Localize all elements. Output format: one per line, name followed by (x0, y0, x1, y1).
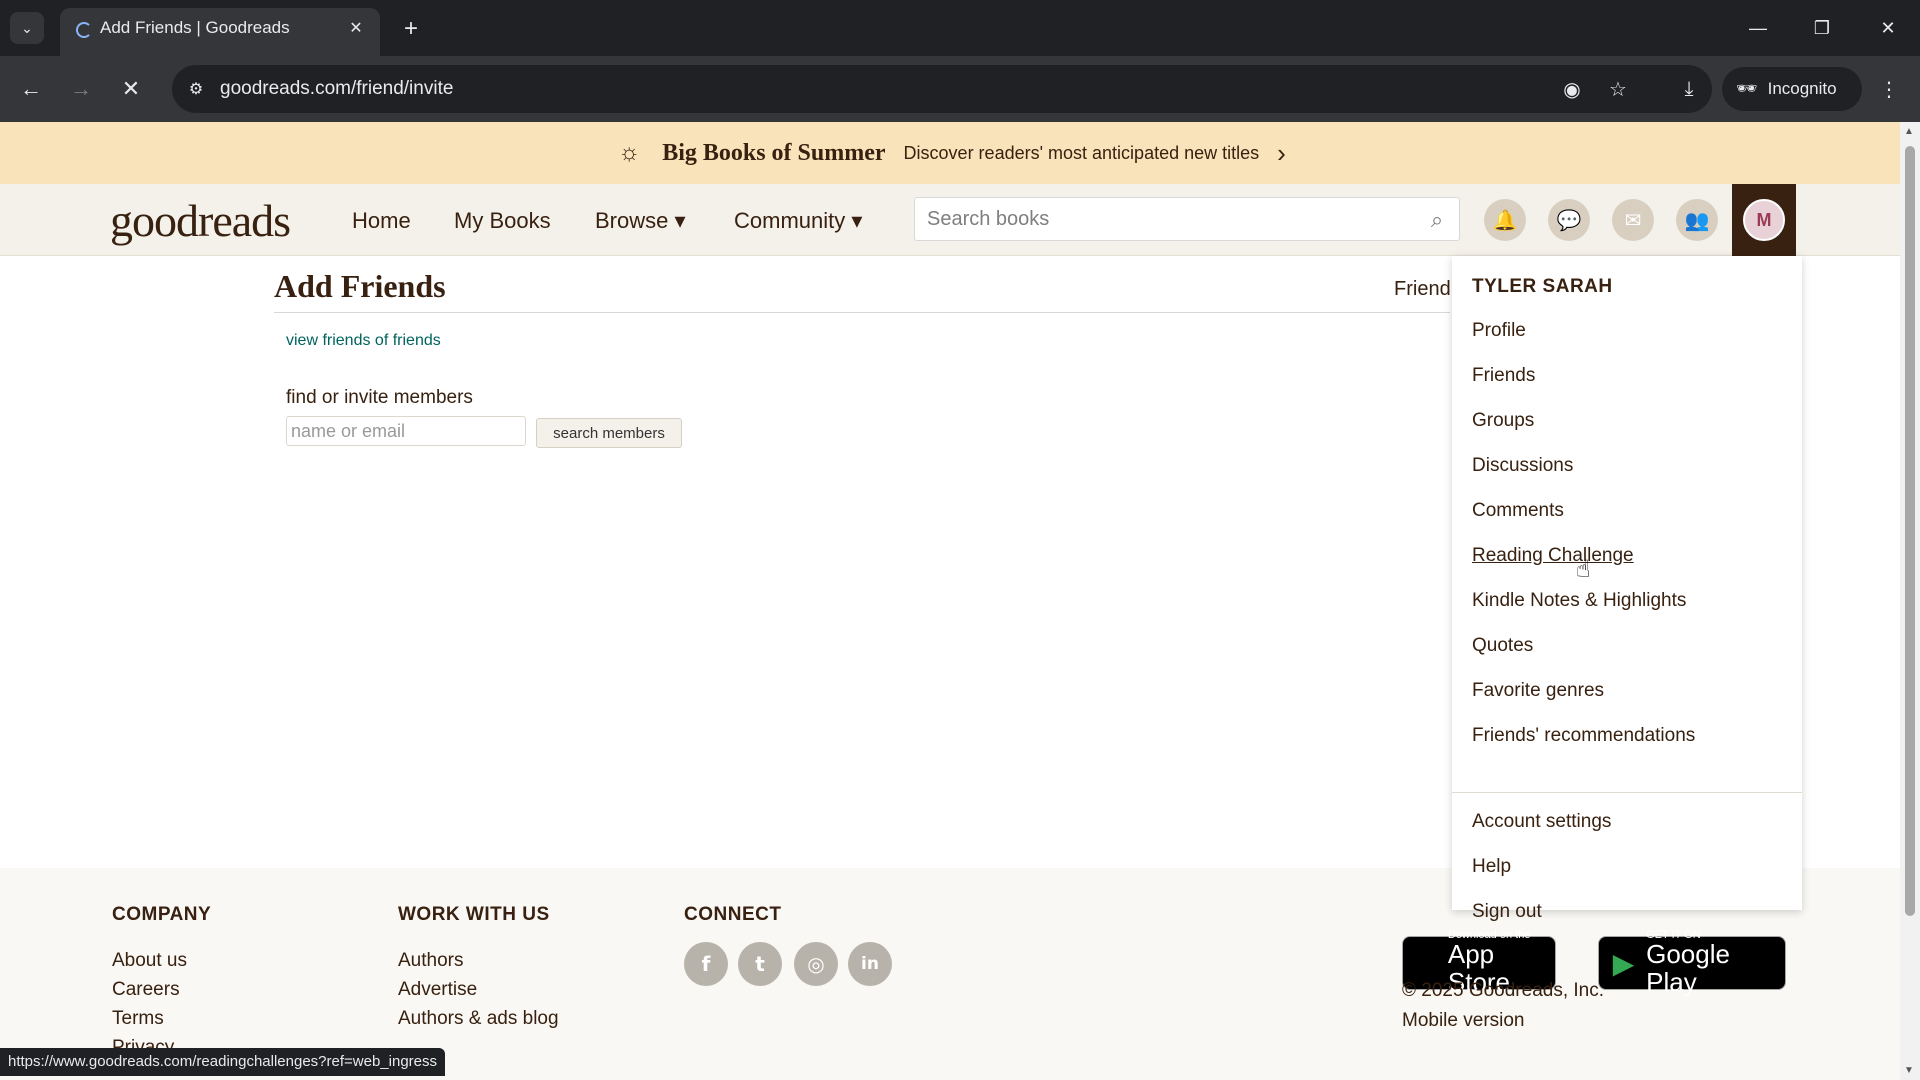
messages-icon[interactable]: ✉ (1612, 199, 1654, 241)
footer-connect-heading: CONNECT (684, 904, 782, 925)
twitter-icon[interactable]: t (738, 942, 782, 986)
profile-menu-toggle[interactable]: M (1732, 184, 1796, 256)
back-arrow-icon[interactable]: ← (14, 72, 48, 106)
tab-title: Add Friends | Goodreads (100, 18, 290, 37)
menu-item-comments[interactable]: Comments (1472, 500, 1564, 522)
incognito-label: Incognito (1767, 79, 1837, 98)
name-or-email-input[interactable] (286, 416, 526, 446)
menu-item-help[interactable]: Help (1472, 856, 1511, 878)
menu-divider (1452, 792, 1802, 793)
site-header: goodreads Home My Books Browse ▾ Communi… (0, 184, 1900, 256)
address-bar[interactable]: ⚙ goodreads.com/friend/invite ◉ ☆ (172, 65, 1712, 113)
menu-item-account-settings[interactable]: Account settings (1472, 811, 1611, 833)
minimize-icon[interactable]: — (1738, 12, 1778, 44)
menu-item-friends[interactable]: Friends (1472, 365, 1535, 387)
footer-terms-link[interactable]: Terms (112, 1008, 164, 1030)
hand-cursor-icon: ☝ (1576, 556, 1591, 583)
active-tab[interactable]: Add Friends | Goodreads ✕ (60, 8, 380, 56)
browser-menu-icon[interactable]: ⋮ (1872, 72, 1906, 106)
close-window-icon[interactable]: ✕ (1868, 12, 1908, 44)
page-content: ☼ Big Books of Summer Discover readers' … (0, 122, 1900, 1080)
dropdown-username: TYLER SARAH (1472, 276, 1613, 297)
footer-authors-link[interactable]: Authors (398, 950, 463, 972)
status-bar-url: https://www.goodreads.com/readingchallen… (0, 1048, 446, 1076)
search-books-input[interactable] (915, 198, 1415, 240)
notifications-bell-icon[interactable]: 🔔 (1484, 199, 1526, 241)
menu-item-reading-challenge[interactable]: Reading Challenge (1472, 545, 1634, 567)
menu-item-profile[interactable]: Profile (1472, 320, 1526, 342)
incognito-indicator[interactable]: 🕶 Incognito (1722, 67, 1862, 111)
promo-title: Big Books of Summer (662, 139, 886, 166)
site-info-icon[interactable]: ⚙ (182, 75, 210, 103)
new-tab-button[interactable]: + (396, 14, 426, 44)
stop-loading-icon[interactable]: ✕ (114, 72, 148, 106)
scroll-down-icon[interactable]: ▼ (1904, 1065, 1914, 1076)
linkedin-icon[interactable]: in (848, 942, 892, 986)
restore-icon[interactable]: ❐ (1802, 12, 1842, 44)
browser-tab-bar: ⌄ Add Friends | Goodreads ✕ + — ❐ ✕ (0, 0, 1920, 56)
menu-item-friends-recommendations[interactable]: Friends' recommendations (1472, 725, 1695, 747)
forward-arrow-icon[interactable]: → (64, 72, 98, 106)
menu-item-groups[interactable]: Groups (1472, 410, 1534, 432)
view-friends-of-friends-link[interactable]: view friends of friends (286, 332, 441, 350)
page-scrollbar[interactable]: ▲ ▼ (1900, 122, 1920, 1080)
download-icon[interactable]: ⤓ (1672, 72, 1706, 106)
nav-browse[interactable]: Browse ▾ (595, 208, 686, 234)
copyright-text: © 2025 Goodreads, Inc. (1402, 980, 1605, 1001)
footer-about-link[interactable]: About us (112, 950, 187, 972)
footer-ads-blog-link[interactable]: Authors & ads blog (398, 1008, 559, 1030)
page-title: Add Friends (274, 268, 446, 304)
footer-advertise-link[interactable]: Advertise (398, 979, 477, 1001)
search-box: ⌕ (914, 197, 1460, 241)
url-text[interactable]: goodreads.com/friend/invite (220, 65, 453, 113)
menu-item-discussions[interactable]: Discussions (1472, 455, 1573, 477)
google-play-icon: ▶ (1612, 947, 1635, 979)
tab-search-button[interactable]: ⌄ (10, 12, 44, 44)
friends-icon[interactable]: 👥 (1676, 199, 1718, 241)
title-divider (274, 312, 1450, 313)
promo-banner[interactable]: ☼ Big Books of Summer Discover readers' … (0, 122, 1900, 184)
scroll-thumb[interactable] (1905, 146, 1915, 916)
google-play-badge[interactable]: ▶ GET IT ON Google Play (1598, 929, 1786, 995)
sun-book-icon: ☼ (618, 139, 641, 166)
discussions-icon[interactable]: 💬 (1548, 199, 1590, 241)
menu-item-quotes[interactable]: Quotes (1472, 635, 1533, 657)
promo-subtitle: Discover readers' most anticipated new t… (903, 142, 1260, 163)
facebook-icon[interactable]: f (684, 942, 728, 986)
loading-spinner-icon (76, 22, 92, 38)
instagram-icon[interactable]: ◎ (794, 942, 838, 986)
profile-dropdown-menu: TYLER SARAH Profile Friends Groups Discu… (1452, 256, 1802, 922)
footer-company-heading: COMPANY (112, 904, 212, 925)
footer-careers-link[interactable]: Careers (112, 979, 180, 1001)
menu-item-sign-out[interactable]: Sign out (1472, 901, 1542, 923)
search-icon[interactable]: ⌕ (1423, 206, 1451, 234)
browser-toolbar: ← → ✕ ⚙ goodreads.com/friend/invite ◉ ☆ … (0, 56, 1920, 122)
friends-link[interactable]: Friend (1394, 278, 1451, 301)
tab-close-icon[interactable]: ✕ (344, 16, 368, 40)
nav-community[interactable]: Community ▾ (734, 208, 862, 234)
scroll-up-icon[interactable]: ▲ (1904, 126, 1914, 137)
menu-item-kindle-notes[interactable]: Kindle Notes & Highlights (1472, 590, 1686, 612)
avatar: M (1743, 199, 1785, 241)
nav-home[interactable]: Home (352, 208, 411, 234)
menu-item-favorite-genres[interactable]: Favorite genres (1472, 680, 1604, 702)
bookmark-star-icon[interactable]: ☆ (1604, 75, 1632, 103)
incognito-icon: 🕶 (1736, 79, 1758, 98)
nav-my-books[interactable]: My Books (454, 208, 551, 234)
footer-work-heading: WORK WITH US (398, 904, 550, 925)
goodreads-logo[interactable]: goodreads (110, 194, 291, 247)
google-play-big-text: Google Play (1646, 939, 1730, 997)
eye-off-icon[interactable]: ◉ (1558, 75, 1586, 103)
mobile-version-link[interactable]: Mobile version (1402, 1010, 1525, 1032)
chevron-right-icon: › (1277, 137, 1286, 168)
search-members-button[interactable]: search members (536, 418, 682, 448)
find-members-label: find or invite members (286, 387, 473, 408)
